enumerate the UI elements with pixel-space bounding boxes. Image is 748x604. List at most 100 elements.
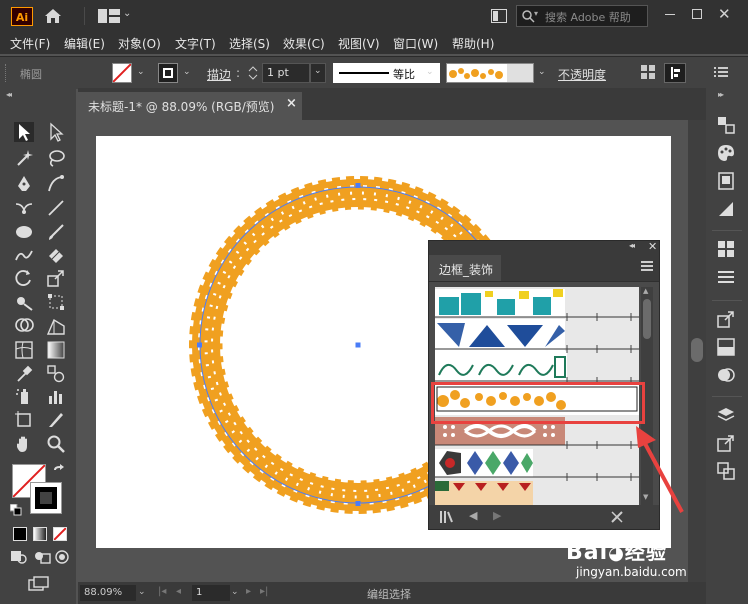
panel-title-bar[interactable]: ◂◂ ✕ <box>429 240 659 255</box>
menu-object[interactable]: 对象(O) <box>118 35 161 52</box>
fill-color-swatch[interactable] <box>112 63 132 83</box>
first-artboard-icon[interactable]: |◂ <box>158 586 166 597</box>
rotate-icon[interactable] <box>14 268 34 288</box>
panel-menu-icon[interactable] <box>641 261 653 271</box>
mesh-icon[interactable] <box>14 340 34 360</box>
scroll-up-icon[interactable]: ▲ <box>643 287 648 295</box>
draw-inside-icon[interactable] <box>55 550 69 564</box>
shaper-icon[interactable] <box>14 246 34 266</box>
close-window-button[interactable]: ✕ <box>718 5 731 23</box>
expand-panels-icon[interactable]: ▸▸ <box>718 90 724 99</box>
panel-grip[interactable] <box>5 64 9 82</box>
chevron-down-icon[interactable]: ⌄ <box>426 67 434 77</box>
tab-border-decorative[interactable]: 边框_装饰 <box>429 255 501 281</box>
zoom-icon[interactable] <box>46 434 66 454</box>
hand-icon[interactable] <box>14 434 34 454</box>
recolor-artwork-icon[interactable] <box>641 65 655 79</box>
brush-row-blue-zigzag[interactable] <box>435 319 639 352</box>
variable-width-profile[interactable]: 等比 <box>333 63 440 83</box>
symbol-sprayer-icon[interactable] <box>14 386 34 406</box>
anchor-point-icon[interactable] <box>14 198 34 218</box>
collapse-icon[interactable]: ◂◂ <box>629 241 635 250</box>
eraser-icon[interactable] <box>46 246 66 266</box>
last-artboard-icon[interactable]: ▸| <box>260 586 268 597</box>
previous-library-icon[interactable]: ◀ <box>469 509 477 522</box>
minimize-button[interactable] <box>665 14 675 15</box>
menu-type[interactable]: 文字(T) <box>175 35 216 52</box>
next-library-icon[interactable]: ▶ <box>493 509 501 522</box>
stroke-panel-icon[interactable] <box>717 338 735 356</box>
document-tab[interactable]: 未标题-1* @ 88.09% (RGB/预览) × <box>78 92 302 120</box>
artboard-number-input[interactable]: 1 <box>192 585 230 601</box>
opacity-label[interactable]: 不透明度 <box>558 66 606 83</box>
brush-definition-preview[interactable] <box>446 63 534 83</box>
collapse-icon[interactable]: ◂◂ <box>6 90 12 99</box>
screen-mode-icon[interactable] <box>28 576 50 592</box>
menu-file[interactable]: 文件(F) <box>10 35 50 52</box>
menu-edit[interactable]: 编辑(E) <box>64 35 105 52</box>
selection-tool-icon[interactable] <box>14 122 34 142</box>
previous-artboard-icon[interactable]: ◂ <box>176 586 181 597</box>
blend-icon[interactable] <box>46 364 66 384</box>
default-colors-icon[interactable] <box>10 504 22 516</box>
artboards-panel-icon[interactable] <box>717 462 735 480</box>
color-icon[interactable] <box>717 144 735 162</box>
remove-brush-stroke-icon[interactable] <box>609 509 625 525</box>
swap-fill-stroke-icon[interactable] <box>52 464 66 478</box>
brush-row-teal-yellow[interactable] <box>435 287 639 320</box>
export-icon[interactable] <box>717 434 735 452</box>
workspace-switcher-icon[interactable] <box>98 9 120 23</box>
stroke-color-swatch[interactable] <box>158 63 178 83</box>
magic-wand-icon[interactable] <box>14 148 34 168</box>
stroke-weight-spinner-icon[interactable] <box>247 65 259 81</box>
swatches-icon[interactable] <box>717 172 735 190</box>
close-icon[interactable]: ✕ <box>648 240 657 253</box>
warp-icon[interactable] <box>14 292 34 312</box>
transform-icon[interactable] <box>717 310 735 328</box>
chevron-down-icon[interactable]: ⌄ <box>538 67 546 77</box>
scale-icon[interactable] <box>46 268 66 288</box>
ellipse-icon[interactable] <box>14 222 34 242</box>
brush-row-green-swirl[interactable] <box>435 351 639 384</box>
menu-help[interactable]: 帮助(H) <box>452 35 494 52</box>
chevron-down-icon[interactable]: ⌄ <box>137 67 145 77</box>
artboard-icon[interactable] <box>14 410 34 430</box>
align-icon[interactable] <box>664 63 686 83</box>
free-transform-icon[interactable] <box>46 292 66 312</box>
menu-view[interactable]: 视图(V) <box>338 35 380 52</box>
transparency-icon[interactable] <box>717 366 735 384</box>
brush-row-mosaic-diamond[interactable] <box>435 447 639 480</box>
color-mode-button[interactable] <box>13 527 27 541</box>
perspective-icon[interactable] <box>46 316 66 336</box>
graph-icon[interactable] <box>46 386 66 406</box>
arrange-documents-icon[interactable] <box>491 9 507 23</box>
maximize-button[interactable] <box>692 9 702 19</box>
gradient-mode-button[interactable] <box>33 527 47 541</box>
pen-icon[interactable] <box>14 174 34 194</box>
stroke-label[interactable]: 描边 <box>207 66 231 83</box>
appearance-icon[interactable] <box>717 240 735 258</box>
chevron-down-icon[interactable]: ⌄ <box>231 587 239 597</box>
next-artboard-icon[interactable]: ▸ <box>246 586 251 597</box>
lasso-icon[interactable] <box>46 148 66 168</box>
curvature-icon[interactable] <box>46 174 66 194</box>
brush-row-red-green-beige[interactable] <box>435 479 639 505</box>
line-icon[interactable] <box>46 198 66 218</box>
stroke-weight-dropdown[interactable]: ⌄ <box>310 63 326 83</box>
home-icon[interactable] <box>44 8 62 24</box>
none-mode-button[interactable] <box>53 527 67 541</box>
draw-normal-icon[interactable] <box>10 550 28 564</box>
brush-libraries-menu-icon[interactable] <box>439 510 455 524</box>
stroke-box[interactable] <box>30 482 62 514</box>
help-search-input[interactable]: ▾ 搜索 Adobe 帮助 <box>516 5 648 27</box>
slice-icon[interactable] <box>46 410 66 430</box>
chevron-down-icon[interactable]: ⌄ <box>183 67 191 77</box>
stroke-weight-input[interactable]: 1 pt <box>262 63 310 83</box>
direct-selection-tool-icon[interactable] <box>46 122 66 142</box>
menu-effect[interactable]: 效果(C) <box>283 35 325 52</box>
paintbrush-icon[interactable] <box>46 222 66 242</box>
scrollbar-thumb[interactable] <box>691 338 703 362</box>
scrollbar-thumb[interactable] <box>643 299 651 339</box>
zoom-level-input[interactable]: 88.09% <box>80 585 136 601</box>
properties-icon[interactable] <box>717 116 735 134</box>
